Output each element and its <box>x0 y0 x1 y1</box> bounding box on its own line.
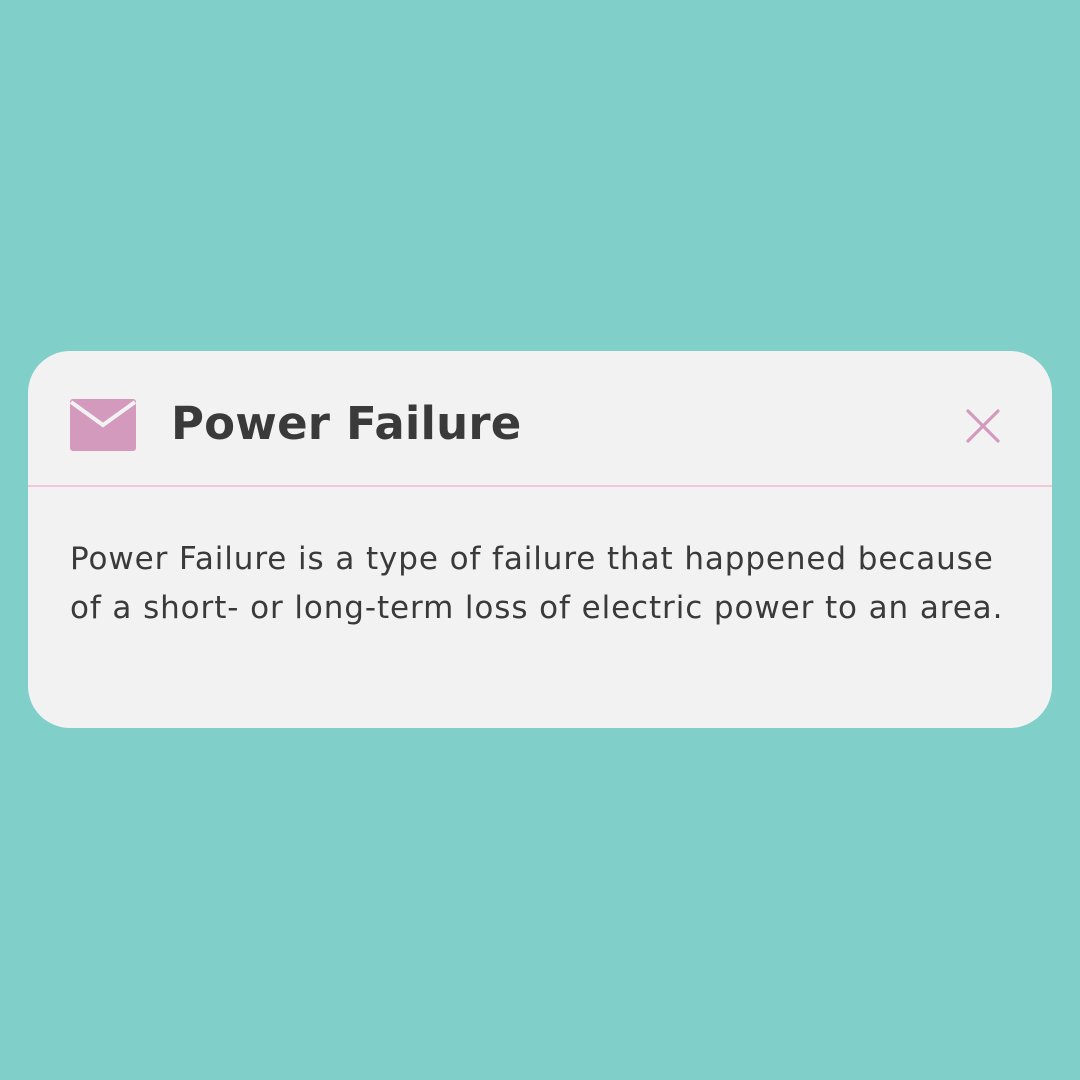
notification-card: Power Failure Power Failure is a type of… <box>28 351 1052 728</box>
close-button[interactable] <box>962 405 1004 447</box>
notification-header: Power Failure <box>28 351 1052 485</box>
mail-icon <box>70 399 136 451</box>
notification-title: Power Failure <box>171 397 522 450</box>
notification-message: Power Failure is a type of failure that … <box>70 541 1004 626</box>
close-icon[interactable] <box>962 405 1004 447</box>
background: Power Failure Power Failure is a type of… <box>0 0 1080 1080</box>
header-divider <box>28 485 1052 487</box>
